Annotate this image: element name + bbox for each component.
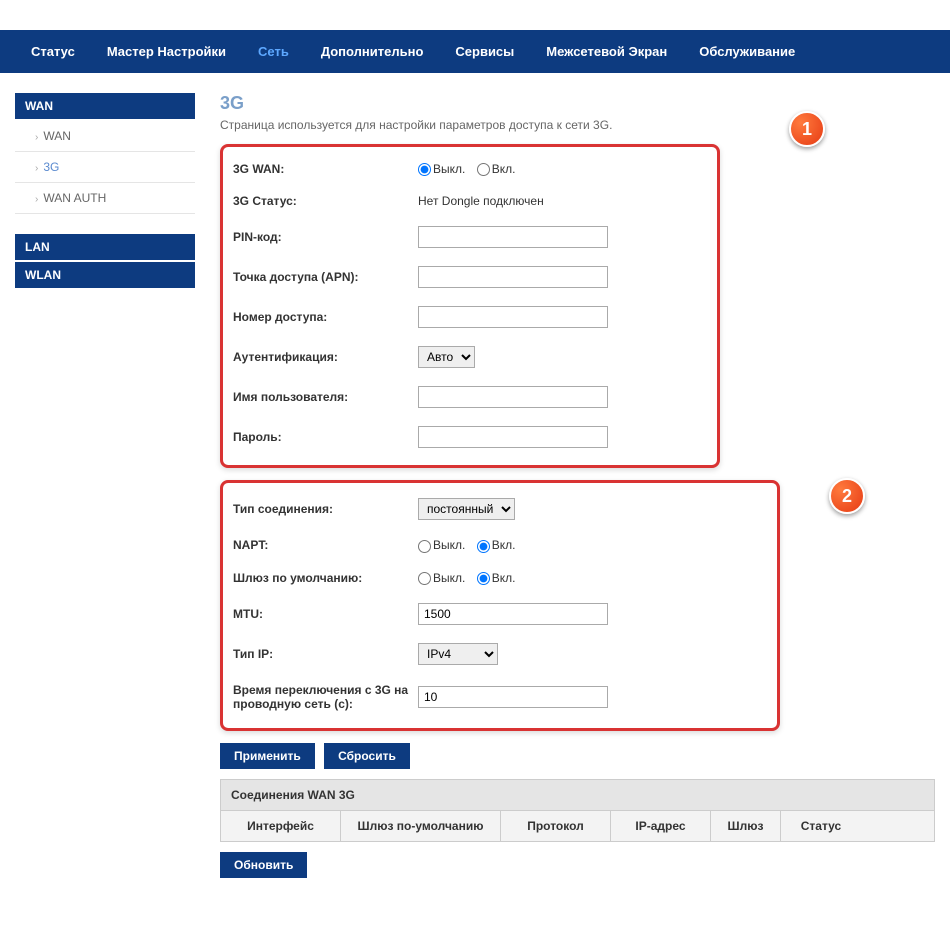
main-content: 1 2 3G Страница используется для настрой… [195, 93, 935, 888]
radio-gw-off[interactable]: Выкл. [418, 571, 465, 585]
col-ip: IP-адрес [611, 811, 711, 841]
col-gateway: Шлюз по-умолчанию [341, 811, 501, 841]
top-nav: Статус Мастер Настройки Сеть Дополнитель… [0, 30, 950, 73]
refresh-button[interactable]: Обновить [220, 852, 307, 878]
radio-3gwan-off[interactable]: Выкл. [418, 162, 465, 176]
value-3g-status: Нет Dongle подключен [418, 194, 707, 208]
input-user[interactable] [418, 386, 608, 408]
table-header: Интерфейс Шлюз по-умолчанию Протокол IP-… [221, 811, 934, 841]
nav-wizard[interactable]: Мастер Настройки [91, 30, 242, 73]
col-interface: Интерфейс [221, 811, 341, 841]
label-napt: NAPT: [233, 538, 418, 552]
nav-firewall[interactable]: Межсетевой Экран [530, 30, 683, 73]
input-pin[interactable] [418, 226, 608, 248]
label-auth: Аутентификация: [233, 350, 418, 364]
page-subtitle: Страница используется для настройки пара… [220, 118, 935, 132]
annotation-badge-1: 1 [789, 111, 825, 147]
input-mtu[interactable] [418, 603, 608, 625]
page-title: 3G [220, 93, 935, 114]
wan-3g-table: Соединения WAN 3G Интерфейс Шлюз по-умол… [220, 779, 935, 842]
select-auth[interactable]: Авто [418, 346, 475, 368]
label-dial: Номер доступа: [233, 310, 418, 324]
nav-network[interactable]: Сеть [242, 30, 305, 73]
reset-button[interactable]: Сбросить [324, 743, 410, 769]
label-apn: Точка доступа (APN): [233, 270, 418, 284]
sidebar-item-label: WAN [43, 129, 71, 143]
sidebar-item-wan[interactable]: › WAN [15, 121, 195, 152]
button-row-2: Обновить [220, 852, 935, 878]
sidebar: WAN › WAN › 3G › WAN AUTH LAN WLAN [15, 93, 195, 888]
radio-3gwan-on[interactable]: Вкл. [477, 162, 516, 176]
col-protocol: Протокол [501, 811, 611, 841]
label-default-gw: Шлюз по умолчанию: [233, 571, 418, 585]
label-pin: PIN-код: [233, 230, 418, 244]
col-gw: Шлюз [711, 811, 781, 841]
input-apn[interactable] [418, 266, 608, 288]
apply-button[interactable]: Применить [220, 743, 315, 769]
label-switch-time: Время переключения с 3G на проводную сет… [233, 683, 418, 711]
annotation-badge-2: 2 [829, 478, 865, 514]
input-dial[interactable] [418, 306, 608, 328]
radio-napt-on[interactable]: Вкл. [477, 538, 516, 552]
form-block-2: Тип соединения: постоянный NAPT: Выкл. В… [220, 480, 780, 731]
chevron-icon: › [35, 132, 38, 143]
label-user: Имя пользователя: [233, 390, 418, 404]
sidebar-item-wanauth[interactable]: › WAN AUTH [15, 183, 195, 214]
nav-advanced[interactable]: Дополнительно [305, 30, 440, 73]
sidebar-header-wan[interactable]: WAN [15, 93, 195, 119]
radio-napt-off[interactable]: Выкл. [418, 538, 465, 552]
label-3g-status: 3G Статус: [233, 194, 418, 208]
sidebar-item-3g[interactable]: › 3G [15, 152, 195, 183]
label-3g-wan: 3G WAN: [233, 162, 418, 176]
label-mtu: MTU: [233, 607, 418, 621]
sidebar-item-label: WAN AUTH [43, 191, 106, 205]
chevron-icon: › [35, 194, 38, 205]
nav-services[interactable]: Сервисы [439, 30, 530, 73]
nav-maintenance[interactable]: Обслуживание [683, 30, 811, 73]
chevron-icon: › [35, 163, 38, 174]
label-conn-type: Тип соединения: [233, 502, 418, 516]
sidebar-item-label: 3G [43, 160, 59, 174]
nav-status[interactable]: Статус [15, 30, 91, 73]
input-switch-time[interactable] [418, 686, 608, 708]
sidebar-header-lan[interactable]: LAN [15, 234, 195, 260]
label-pass: Пароль: [233, 430, 418, 444]
form-block-1: 3G WAN: Выкл. Вкл. 3G Статус: Нет Dongle… [220, 144, 720, 468]
button-row-1: Применить Сбросить [220, 743, 935, 769]
input-pass[interactable] [418, 426, 608, 448]
sidebar-header-wlan[interactable]: WLAN [15, 262, 195, 288]
select-conn-type[interactable]: постоянный [418, 498, 515, 520]
label-iptype: Тип IP: [233, 647, 418, 661]
select-iptype[interactable]: IPv4 [418, 643, 498, 665]
col-status: Статус [781, 811, 861, 841]
radio-gw-on[interactable]: Вкл. [477, 571, 516, 585]
table-title: Соединения WAN 3G [221, 780, 934, 811]
